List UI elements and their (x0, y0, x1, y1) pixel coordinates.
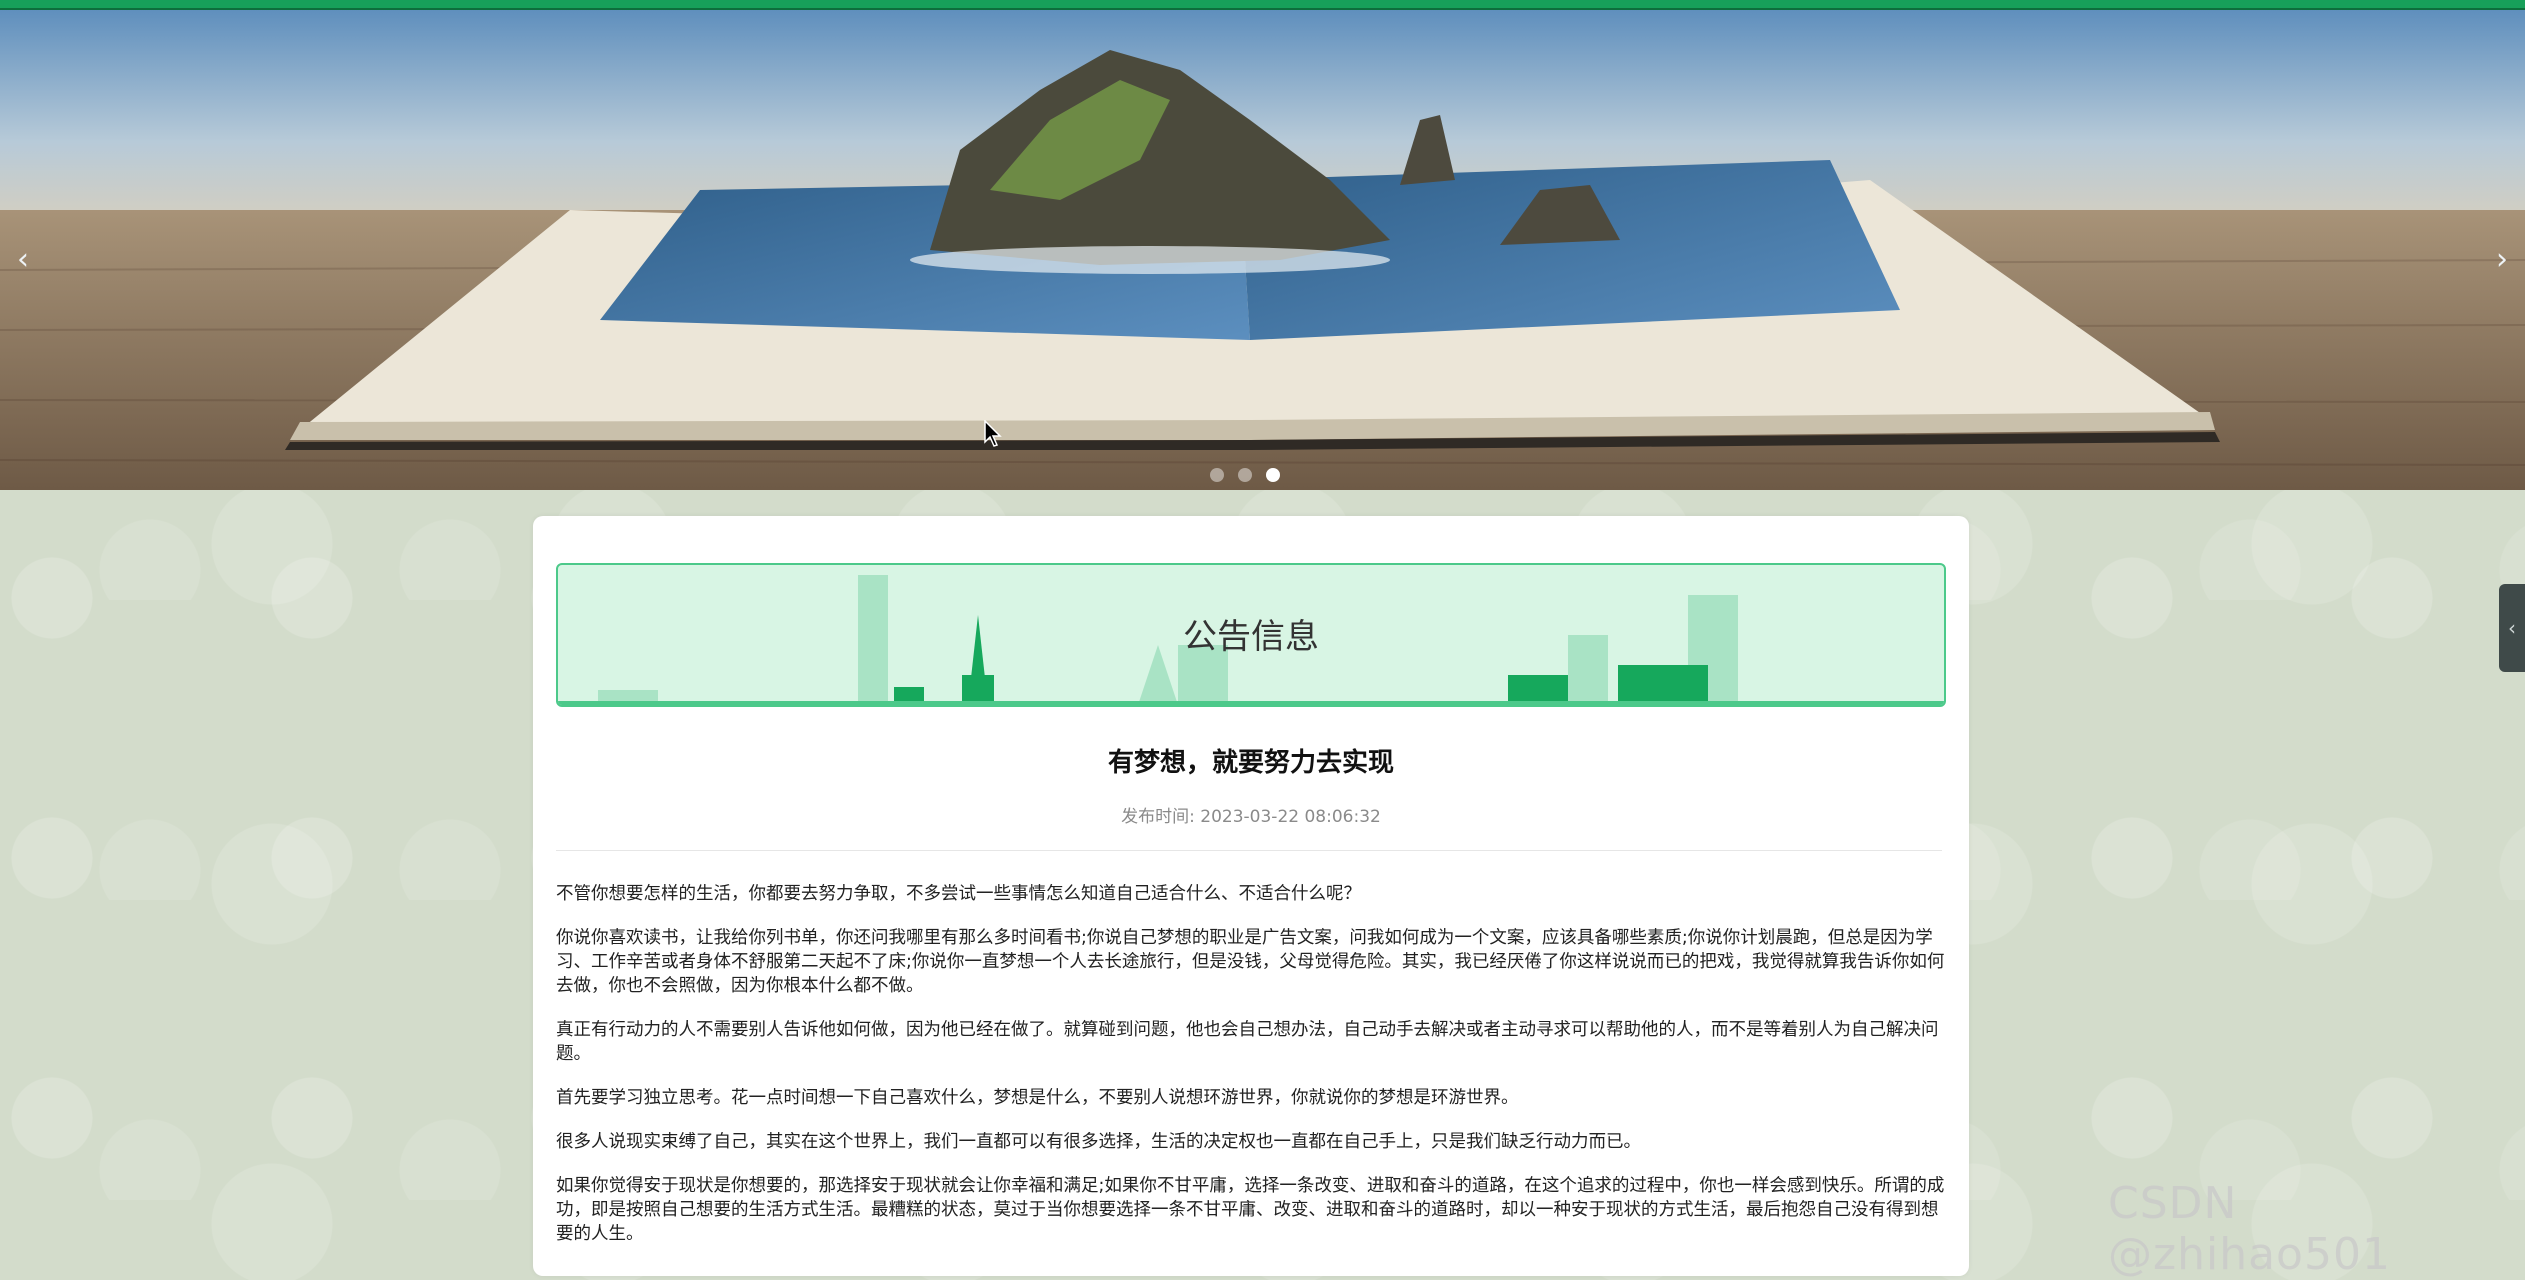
carousel-dot-3[interactable] (1266, 468, 1280, 482)
mouse-cursor-icon (984, 420, 1002, 447)
notice-detail-card: 公告信息 有梦想，就要努力去实现 发布时间: 2023-03-22 08:06:… (533, 516, 1969, 1276)
top-accent-bar (0, 0, 2525, 10)
watermark: CSDN @zhihao501 (2108, 1178, 2391, 1280)
carousel-slide-image (0, 10, 2525, 490)
publish-label: 发布时间: (1121, 807, 1195, 827)
article-paragraph: 你说你喜欢读书，让我给你列书单，你还问我哪里有那么多时间看书;你说自己梦想的职业… (556, 928, 1945, 996)
publish-time: 2023-03-22 08:06:32 (1200, 807, 1381, 827)
carousel-next-button[interactable]: › (2487, 245, 2517, 275)
divider (556, 850, 1942, 851)
article-title: 有梦想，就要努力去实现 (1107, 748, 1394, 778)
section-title: 公告信息 (1183, 617, 1319, 657)
hero-carousel[interactable]: ‹ › (0, 10, 2525, 490)
side-collapse-tab[interactable]: ‹ (2499, 584, 2525, 672)
section-header-banner: 公告信息 (556, 563, 1946, 707)
article-content: 不管你想要怎样的生活，你都要去努力争取，不多尝试一些事情怎么知道自己适合什么、不… (556, 882, 1948, 1266)
article-paragraph: 很多人说现实束缚了自己，其实在这个世界上，我们一直都可以有很多选择，生活的决定权… (556, 1132, 1641, 1152)
carousel-indicators (1210, 468, 1280, 482)
article-paragraph: 如果你觉得安于现状是你想要的，那选择安于现状就会让你幸福和满足;如果你不甘平庸，… (556, 1176, 1945, 1244)
carousel-prev-button[interactable]: ‹ (8, 245, 38, 275)
carousel-dot-1[interactable] (1210, 468, 1224, 482)
publish-info: 发布时间: 2023-03-22 08:06:32 (533, 802, 1969, 827)
article-paragraph: 真正有行动力的人不需要别人告诉他如何做，因为他已经在做了。就算碰到问题，他也会自… (556, 1020, 1939, 1064)
article-paragraph: 不管你想要怎样的生活，你都要去努力争取，不多尝试一些事情怎么知道自己适合什么、不… (556, 884, 1361, 904)
article-paragraph: 首先要学习独立思考。花一点时间想一下自己喜欢什么，梦想是什么，不要别人说想环游世… (556, 1088, 1519, 1108)
carousel-dot-2[interactable] (1238, 468, 1252, 482)
